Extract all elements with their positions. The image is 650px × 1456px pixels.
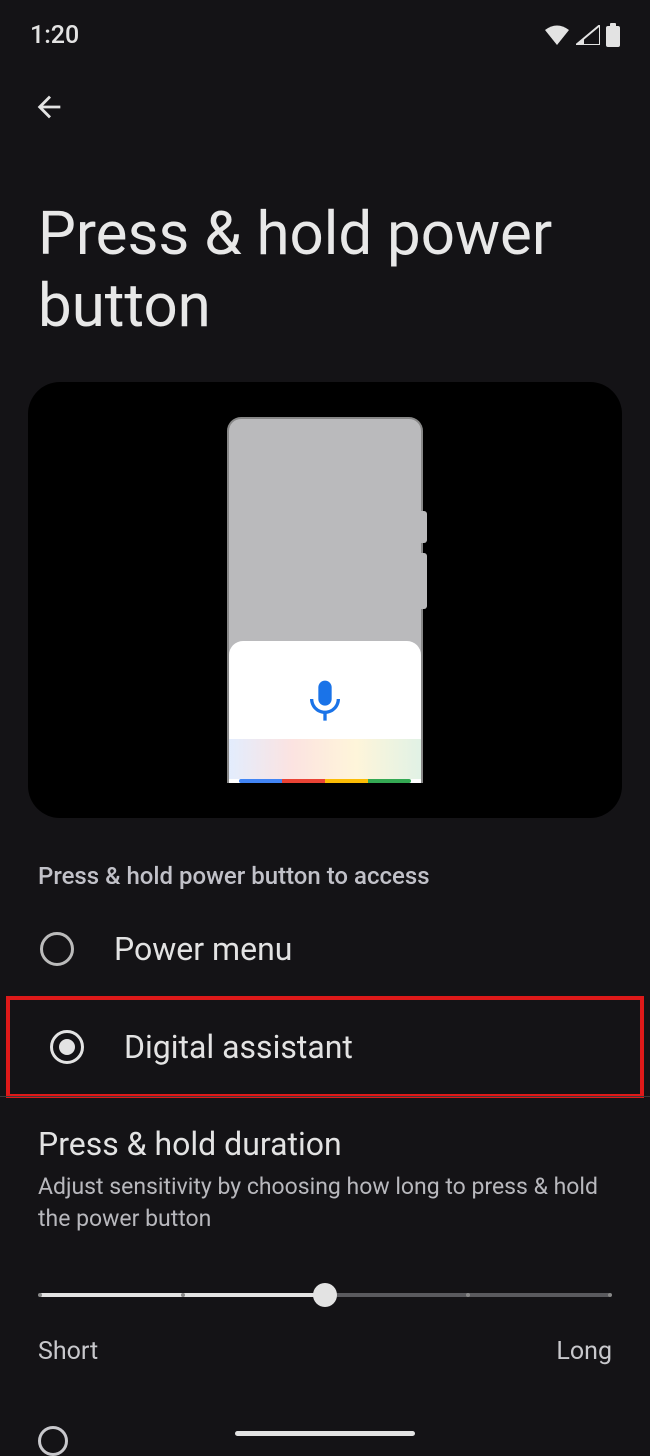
radio-label: Power menu xyxy=(114,930,292,968)
page-title: Press & hold power button xyxy=(0,138,650,382)
wifi-icon xyxy=(544,25,570,45)
slider-labels: Short Long xyxy=(0,1307,650,1366)
slider-max-label: Long xyxy=(556,1337,612,1366)
radio-button xyxy=(50,1030,84,1064)
battery-icon xyxy=(606,23,620,47)
radio-button xyxy=(40,932,74,966)
duration-title: Press & hold duration xyxy=(38,1125,612,1163)
info-icon[interactable] xyxy=(38,1426,68,1456)
status-time: 1:20 xyxy=(30,21,79,50)
svg-text:!: ! xyxy=(593,32,596,45)
status-bar: 1:20 ! xyxy=(0,0,650,60)
arrow-left-icon xyxy=(32,90,66,124)
radio-option-digital-assistant[interactable]: Digital assistant xyxy=(6,996,644,1098)
slider-min-label: Short xyxy=(38,1337,98,1366)
back-button[interactable] xyxy=(0,60,650,138)
radio-option-power-menu[interactable]: Power menu xyxy=(0,902,650,996)
signal-icon: ! xyxy=(576,25,600,45)
duration-description: Adjust sensitivity by choosing how long … xyxy=(38,1171,612,1235)
illustration xyxy=(28,382,622,818)
section-label: Press & hold power button to access xyxy=(0,818,650,902)
assistant-popup xyxy=(229,641,421,783)
radio-label: Digital assistant xyxy=(124,1028,353,1066)
mic-icon xyxy=(304,679,346,733)
duration-section: Press & hold duration Adjust sensitivity… xyxy=(0,1097,650,1235)
phone-mockup xyxy=(227,417,423,783)
duration-slider[interactable] xyxy=(40,1283,610,1307)
slider-thumb[interactable] xyxy=(313,1283,337,1307)
status-icons: ! xyxy=(544,23,620,47)
navigation-bar[interactable] xyxy=(235,1431,415,1436)
